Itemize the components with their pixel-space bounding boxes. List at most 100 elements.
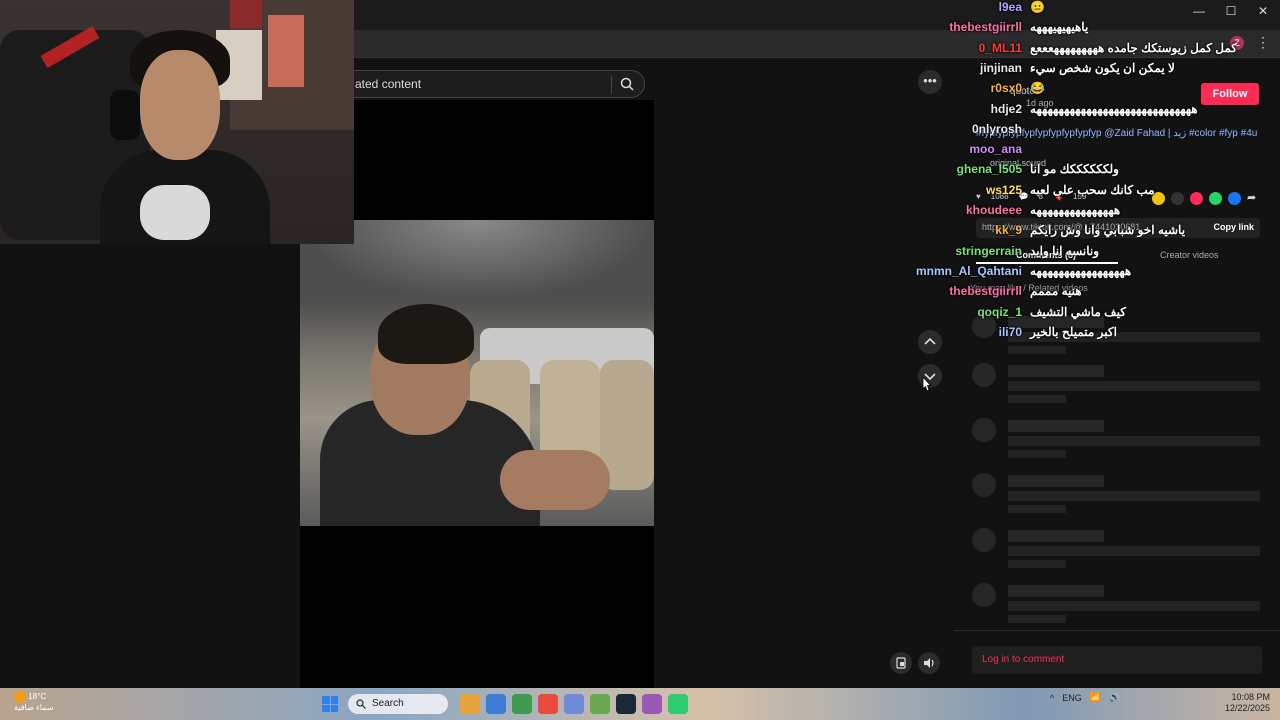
chat-text: مب كانك سحب على لعبه xyxy=(1030,182,1155,197)
chat-text: هههههههههههههههههه xyxy=(1030,263,1132,278)
chat-text: هههههههههههههههه xyxy=(1030,203,1121,217)
mouse-cursor-icon xyxy=(922,376,931,392)
volume-button[interactable] xyxy=(918,652,940,674)
webcam-headset xyxy=(110,90,140,140)
skeleton-line xyxy=(1008,381,1260,391)
skeleton-line xyxy=(1008,420,1104,432)
skeleton-avatar xyxy=(972,363,996,387)
taskbar-app-icon[interactable] xyxy=(460,694,480,714)
skeleton-line xyxy=(1008,450,1066,458)
tray-chevron-icon[interactable]: ^ xyxy=(1050,693,1054,703)
skeleton-line xyxy=(1008,546,1260,556)
chat-message: thebestgiirrll ياهيهيهيهههه xyxy=(900,20,1280,38)
chat-username: moo_ana xyxy=(969,142,1022,157)
chat-username: khoudeee xyxy=(965,203,1022,217)
pip-icon xyxy=(896,657,906,669)
language-indicator[interactable]: ENG xyxy=(1062,693,1082,703)
stream-chat-overlay: l9ea 😐 thebestgiirrll ياهيهيهيهههه 0_ML11 كمل… xyxy=(900,0,1280,340)
start-button[interactable] xyxy=(322,696,338,712)
windows-taskbar: 18°C سماء صافية Search ^ ENG 📶 🔊 10:08 P… xyxy=(0,688,1280,720)
picture-in-picture-button[interactable] xyxy=(890,652,912,674)
chat-username: ili70 xyxy=(998,324,1022,339)
weather-temp: 18°C xyxy=(28,692,47,702)
chat-username: kk_9 xyxy=(995,223,1022,238)
chat-message: moo_ana xyxy=(900,142,1280,160)
chat-message: ili70 اكبر متميلح بالخير xyxy=(900,325,1280,343)
taskbar-app-icon[interactable] xyxy=(486,694,506,714)
sun-icon xyxy=(14,691,26,703)
search-placeholder: ated content xyxy=(355,77,422,91)
chat-username: jinjinan xyxy=(980,60,1022,75)
chat-message: l9ea 😐 xyxy=(900,0,1280,18)
login-to-comment-bar[interactable]: Log in to comment xyxy=(972,646,1262,674)
weather-widget[interactable]: 18°C سماء صافية xyxy=(14,691,54,713)
taskbar-app-icon[interactable] xyxy=(564,694,584,714)
search-divider xyxy=(611,76,612,94)
video-player[interactable] xyxy=(300,220,654,526)
speaker-icon xyxy=(924,658,934,668)
chat-text: 😐 xyxy=(1030,0,1045,14)
chat-text: ياهيهيهيهههه xyxy=(1030,20,1089,35)
chat-text: هههههههههههههههههههههههههههههه xyxy=(1030,101,1198,116)
webcam-streamer-head xyxy=(140,50,220,160)
taskbar-clock[interactable]: 10:08 PM 12/22/2025 xyxy=(1225,692,1270,714)
comment-skeleton xyxy=(972,528,1262,568)
chat-text: كمل كمل زيوستكك جامده هههههههههعععع xyxy=(1030,40,1237,55)
skeleton-line xyxy=(1008,505,1066,513)
video-person-arm xyxy=(500,450,610,510)
skeleton-avatar xyxy=(972,473,996,497)
skeleton-line xyxy=(1008,601,1260,611)
webcam-microphone xyxy=(140,185,210,240)
webcam-overlay xyxy=(0,0,354,244)
volume-icon[interactable]: 🔊 xyxy=(1109,692,1120,703)
comment-skeleton xyxy=(972,418,1262,458)
chat-text: لا يمكن ان يكون شخص سيء xyxy=(1030,60,1175,75)
chat-message: 0_ML11 كمل كمل زيوستكك جامده هههههههههععع… xyxy=(900,41,1280,59)
chat-message: mnmn_Al_Qahtani هههههههههههههههههه xyxy=(900,264,1280,282)
comment-divider xyxy=(954,630,1280,631)
skeleton-line xyxy=(1008,475,1104,487)
chat-message: qoqiz_1 كيف ماشي التشيف xyxy=(900,305,1280,323)
clock-date: 12/22/2025 xyxy=(1224,703,1270,713)
chat-message: ws125 مب كانك سحب على لعبه xyxy=(900,183,1280,201)
chat-username: qoqiz_1 xyxy=(977,304,1022,319)
taskbar-app-icon[interactable] xyxy=(668,694,688,714)
chat-text: كيف ماشي التشيف xyxy=(1030,304,1126,319)
taskbar-search-label: Search xyxy=(372,698,404,709)
chat-username: l9ea xyxy=(998,0,1022,14)
weather-desc: سماء صافية xyxy=(14,703,54,712)
webcam-poster xyxy=(230,0,262,28)
skeleton-line xyxy=(1008,491,1260,501)
chat-text: 😂 xyxy=(1030,81,1045,96)
login-to-comment-link[interactable]: Log in to comment xyxy=(982,654,1064,665)
taskbar-app-icon[interactable] xyxy=(642,694,662,714)
video-person-hair xyxy=(378,304,474,364)
chat-text: ونانسه انا وايد xyxy=(1030,243,1100,258)
webcam-poster xyxy=(268,15,304,87)
chat-text: ياشيه اخو شبابي وانا وش رايكم xyxy=(1030,223,1186,238)
skeleton-line xyxy=(1008,585,1104,597)
wifi-icon[interactable]: 📶 xyxy=(1090,692,1101,703)
chat-username: r0sx0 xyxy=(990,81,1022,96)
search-icon[interactable] xyxy=(620,77,634,91)
chat-text: اكبر متميلح بالخير xyxy=(1030,324,1117,339)
comment-skeleton xyxy=(972,473,1262,513)
chat-message: thebestgiirrll هنيه مممم xyxy=(900,284,1280,302)
chat-message: ghena_l505 ولككككككك مو انا xyxy=(900,162,1280,180)
skeleton-line xyxy=(1008,615,1066,623)
skeleton-avatar xyxy=(972,418,996,442)
windows-logo-tile xyxy=(322,696,330,704)
skeleton-line xyxy=(1008,530,1104,542)
chat-message: hdje2 هههههههههههههههههههههههههههههه xyxy=(900,102,1280,120)
video-letterbox-bottom xyxy=(300,526,654,688)
chat-username: ghena_l505 xyxy=(956,162,1022,177)
taskbar-app-icon[interactable] xyxy=(616,694,636,714)
taskbar-app-icon[interactable] xyxy=(512,694,532,714)
chat-message: khoudeee هههههههههههههههه xyxy=(900,203,1280,221)
taskbar-app-icon[interactable] xyxy=(538,694,558,714)
taskbar-app-icon[interactable] xyxy=(590,694,610,714)
chat-text: ولككككككك مو انا xyxy=(1030,162,1119,177)
chat-username: stringerrain xyxy=(955,243,1022,258)
taskbar-search[interactable]: Search xyxy=(348,694,448,714)
chat-message: r0sx0 😂 xyxy=(900,81,1280,99)
